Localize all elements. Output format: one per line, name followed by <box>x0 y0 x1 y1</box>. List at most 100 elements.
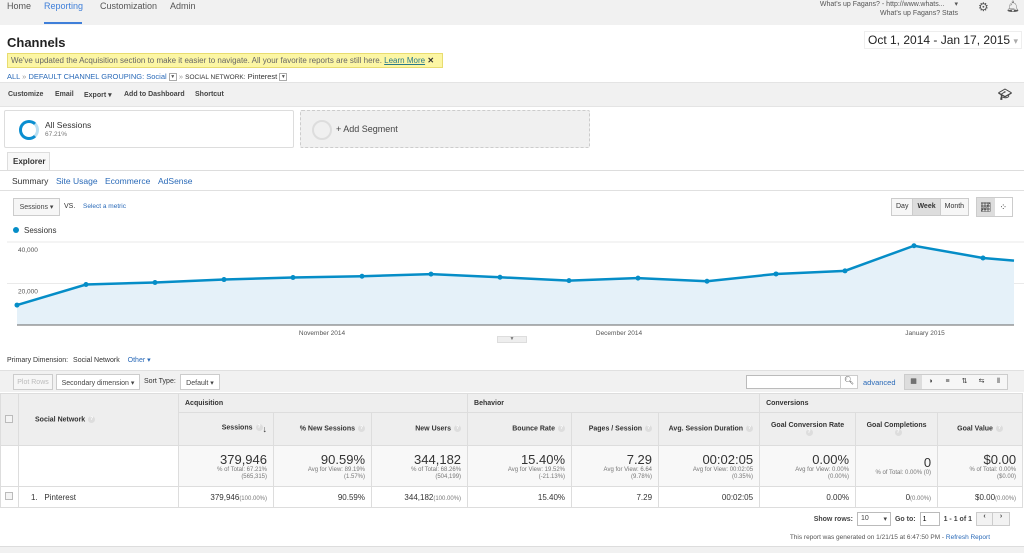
close-icon[interactable]: ✕ <box>427 56 434 65</box>
term-cloud-icon[interactable]: ⇆ <box>973 375 990 389</box>
y-tick-label: 40,000 <box>18 247 38 254</box>
nav-reporting[interactable]: Reporting <box>44 1 83 11</box>
add-segment-label: + Add Segment <box>336 124 398 134</box>
cell-pct: (0.00%) <box>995 495 1017 502</box>
page-title: Channels <box>7 35 66 50</box>
help-icon[interactable]: ? <box>358 425 365 433</box>
help-icon[interactable]: ? <box>454 425 462 433</box>
sort-desc-icon[interactable]: ↓ <box>263 424 268 434</box>
column-header[interactable]: New Users? <box>370 412 469 446</box>
goto-input[interactable] <box>919 512 940 526</box>
total-value: 379,946 <box>220 451 267 467</box>
line-chart-icon[interactable]: 📈︎ <box>977 198 995 216</box>
metric-dropdown[interactable]: Sessions ▾ <box>13 198 60 216</box>
table-search-input[interactable] <box>746 375 841 389</box>
total-sub2: (-21.13%) <box>538 473 566 480</box>
show-rows-label: Show rows: <box>813 515 853 523</box>
account-selector[interactable]: What's up Fagans? - http://www.whats... … <box>820 0 958 18</box>
search-icon[interactable]: 🔍︎ <box>840 375 858 389</box>
column-header[interactable]: Pages / Session? <box>571 412 660 446</box>
table-view-icon[interactable]: ▦ <box>905 375 922 389</box>
data-point <box>221 277 227 283</box>
subtab-adsense[interactable]: AdSense <box>158 176 193 186</box>
plot-rows-button[interactable]: Plot Rows <box>13 374 53 390</box>
column-header[interactable]: Goal Conversion Rate? <box>759 412 857 446</box>
breadcrumb: ALL » DEFAULT CHANNEL GROUPING: Social ▼… <box>7 72 288 82</box>
column-header-label: Sessions <box>221 424 253 432</box>
data-point <box>980 255 986 261</box>
help-icon[interactable]: ? <box>805 428 813 436</box>
dropdown-icon[interactable]: ▼ <box>279 73 288 82</box>
column-header[interactable]: Goal Completions? <box>855 412 939 446</box>
nav-customization[interactable]: Customization <box>100 1 157 11</box>
help-icon[interactable]: ? <box>894 428 902 436</box>
gear-icon[interactable]: ⚙ <box>978 0 989 14</box>
learn-more-link[interactable]: Learn More <box>384 56 425 65</box>
column-header[interactable]: Bounce Rate? <box>467 412 573 446</box>
customize-button[interactable]: Customize <box>8 91 43 98</box>
add-to-dashboard-button[interactable]: Add to Dashboard <box>124 91 185 98</box>
subtab-ecommerce[interactable]: Ecommerce <box>105 176 150 186</box>
chevron-right-icon[interactable]: › <box>993 513 1009 525</box>
nav-home[interactable]: Home <box>7 1 31 11</box>
column-header[interactable]: Sessions? ↓ <box>178 412 274 446</box>
help-icon[interactable]: ? <box>558 425 566 433</box>
refresh-report-link[interactable]: Refresh Report <box>946 534 990 541</box>
chevron-left-icon[interactable]: ‹ <box>977 513 993 525</box>
x-tick-label: December 2014 <box>596 330 643 337</box>
performance-view-icon[interactable]: ≡ <box>939 375 956 389</box>
help-icon[interactable]: ? <box>995 425 1003 433</box>
column-header[interactable]: Goal Value? <box>937 412 1024 446</box>
secondary-dimension-dropdown[interactable]: Secondary dimension ▾ <box>56 374 140 390</box>
comparison-view-icon[interactable]: ⇅ <box>956 375 973 389</box>
bottom-bar <box>0 546 1024 553</box>
x-tick-label: November 2014 <box>299 330 346 337</box>
email-button[interactable]: Email <box>55 91 74 98</box>
notice-text: We've updated the Acquisition section to… <box>11 56 382 65</box>
tab-explorer[interactable]: Explorer <box>7 152 50 171</box>
column-header[interactable]: Avg. Session Duration? <box>658 412 761 446</box>
top-nav: Home Reporting Customization Admin What'… <box>0 0 1024 25</box>
subtab-summary[interactable]: Summary <box>12 176 48 186</box>
add-segment-button[interactable]: + Add Segment <box>300 110 590 148</box>
date-range-picker[interactable]: Oct 1, 2014 - Jan 17, 2015 ▾ <box>864 31 1022 49</box>
data-point <box>635 275 641 281</box>
row-index: 1. <box>31 492 38 502</box>
dropdown-icon[interactable]: ▼ <box>168 73 177 82</box>
motion-chart-icon[interactable]: ⁘ <box>995 198 1013 216</box>
total-value: 0 <box>923 455 932 470</box>
other-dimension-link[interactable]: Other ▾ <box>128 357 151 364</box>
help-icon[interactable]: ? <box>88 415 96 423</box>
show-rows-dropdown[interactable]: 10 ▾ <box>856 512 891 526</box>
month-button[interactable]: Month <box>940 199 969 215</box>
dimension-header[interactable]: Social Network? <box>18 393 179 446</box>
segment-all-sessions[interactable]: All Sessions 67.21% <box>4 110 294 148</box>
divider <box>0 190 1024 191</box>
row-checkbox[interactable] <box>5 492 13 500</box>
breadcrumb-grouping[interactable]: DEFAULT CHANNEL GROUPING: Social <box>28 72 166 81</box>
pie-view-icon[interactable]: ◑ <box>922 375 939 389</box>
notification-bell-icon[interactable]: 🔔︎ <box>1006 0 1020 13</box>
empty-segment-icon <box>312 120 332 140</box>
export-button[interactable]: Export ▾ <box>84 91 112 99</box>
subtab-site-usage[interactable]: Site Usage <box>56 176 98 186</box>
advanced-filter-link[interactable]: advanced <box>863 378 896 387</box>
select-all-checkbox[interactable] <box>5 414 13 423</box>
total-value: 344,182 <box>414 451 462 467</box>
collapse-chart-handle[interactable]: ▼ <box>497 336 527 343</box>
sort-type-dropdown[interactable]: Default ▾ <box>180 374 220 390</box>
help-icon[interactable]: ? <box>255 424 263 431</box>
help-icon[interactable]: ? <box>645 425 653 433</box>
week-button[interactable]: Week <box>913 199 941 215</box>
breadcrumb-all[interactable]: ALL <box>7 72 20 81</box>
row-name-link[interactable]: Pinterest <box>44 493 76 502</box>
column-header[interactable]: % New Sessions? <box>273 412 372 446</box>
pivot-view-icon[interactable]: ⦀ <box>990 375 1007 389</box>
select-metric-link[interactable]: Select a metric <box>83 203 126 210</box>
graduation-cap-icon[interactable]: 🎓︎ <box>998 88 1012 101</box>
shortcut-button[interactable]: Shortcut <box>195 91 224 98</box>
help-icon[interactable]: ? <box>746 425 754 433</box>
nav-admin[interactable]: Admin <box>170 1 196 11</box>
totals-blank <box>18 445 179 487</box>
day-button[interactable]: Day <box>892 199 914 215</box>
